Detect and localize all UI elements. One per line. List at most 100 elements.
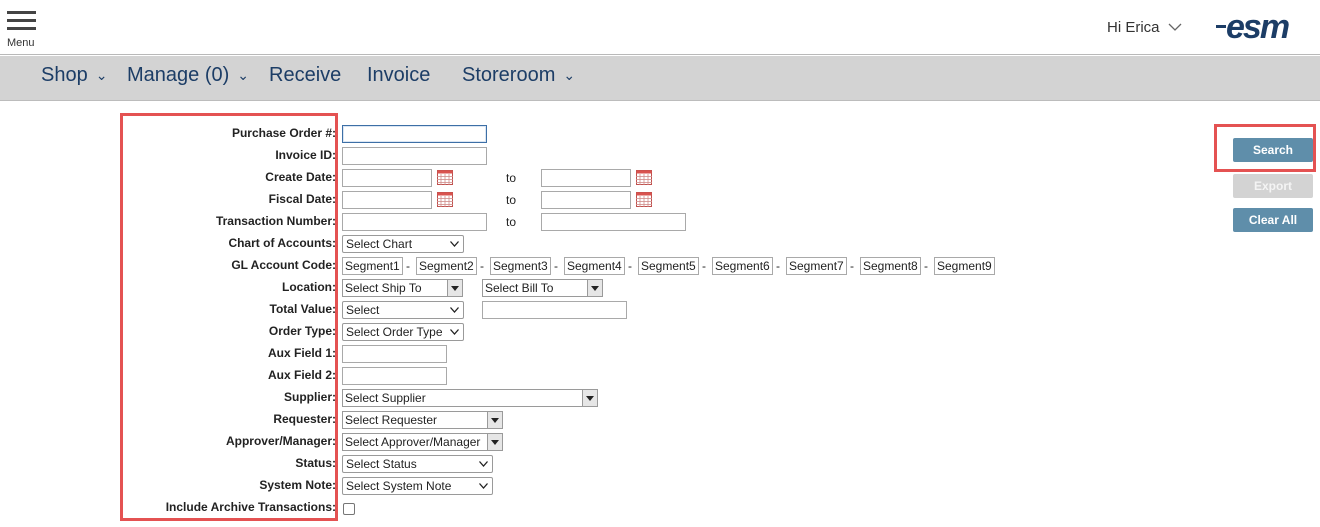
hamburger-icon-bar	[7, 19, 36, 22]
bill-to-value: Select Bill To	[485, 281, 554, 295]
export-button[interactable]: Export	[1233, 174, 1313, 198]
total-value-amount-input[interactable]	[482, 301, 627, 319]
ship-to-combobox[interactable]: Select Ship To	[342, 279, 463, 297]
chevron-down-icon: ⌄	[563, 67, 576, 83]
nav-manage[interactable]: Manage (0) ⌄	[127, 64, 249, 87]
logo-text: esm	[1226, 8, 1290, 46]
label-purchase-order: Purchase Order #:	[231, 126, 336, 140]
total-value-operator-select[interactable]: Select	[342, 301, 464, 319]
chart-select[interactable]: Select Chart	[342, 235, 464, 253]
gl-segment-5[interactable]: Segment5	[638, 257, 699, 275]
chevron-down-icon	[479, 483, 488, 489]
create-date-from-input[interactable]	[342, 169, 432, 187]
approver-combobox[interactable]: Select Approver/Manager	[342, 433, 503, 451]
label-location: Location:	[282, 280, 336, 294]
invoice-id-input[interactable]	[342, 147, 487, 165]
supplier-value: Select Supplier	[345, 391, 426, 405]
status-select[interactable]: Select Status	[342, 455, 493, 473]
dropdown-arrow-icon[interactable]	[587, 280, 602, 296]
create-date-to-input[interactable]	[541, 169, 631, 187]
gl-segment-9[interactable]: Segment9	[934, 257, 995, 275]
esm-logo: esm	[1216, 8, 1290, 46]
hamburger-icon-bar	[7, 27, 36, 30]
dropdown-arrow-icon[interactable]	[582, 390, 597, 406]
status-value: Select Status	[346, 457, 417, 471]
purchase-order-input[interactable]	[342, 125, 487, 143]
menu-label: Menu	[7, 37, 35, 49]
nav-invoice-label: Invoice	[367, 64, 431, 86]
nav-receive[interactable]: Receive	[269, 64, 341, 87]
dropdown-arrow-icon[interactable]	[447, 280, 462, 296]
chevron-down-icon	[450, 241, 459, 247]
gl-segment-6[interactable]: Segment6	[712, 257, 773, 275]
gl-segment-3[interactable]: Segment3	[490, 257, 551, 275]
segment-separator: -	[850, 259, 854, 273]
calendar-icon[interactable]	[437, 192, 453, 207]
bill-to-combobox[interactable]: Select Bill To	[482, 279, 603, 297]
include-archive-checkbox[interactable]	[343, 503, 355, 515]
nav-shop[interactable]: Shop ⌄	[41, 64, 107, 87]
label-approver-manager: Approver/Manager:	[225, 434, 336, 448]
requester-combobox[interactable]: Select Requester	[342, 411, 503, 429]
total-value-operator-value: Select	[346, 303, 380, 317]
clear-all-button[interactable]: Clear All	[1233, 208, 1313, 232]
logo-dash	[1216, 24, 1226, 28]
nav-receive-label: Receive	[269, 64, 342, 86]
label-status: Status:	[295, 456, 336, 470]
fiscal-date-to-input[interactable]	[541, 191, 631, 209]
chevron-down-icon	[479, 461, 488, 467]
search-button[interactable]: Search	[1233, 138, 1313, 162]
label-gl-account-code: GL Account Code:	[231, 258, 336, 272]
dropdown-arrow-icon[interactable]	[487, 434, 502, 450]
label-chart-of-accounts: Chart of Accounts:	[228, 236, 336, 250]
fiscal-date-from-input[interactable]	[342, 191, 432, 209]
dropdown-arrow-icon[interactable]	[487, 412, 502, 428]
label-aux-field-2: Aux Field 2:	[267, 368, 336, 382]
transaction-number-to-input[interactable]	[541, 213, 686, 231]
system-note-value: Select System Note	[346, 479, 452, 493]
chevron-down-icon: ⌄	[237, 67, 250, 83]
calendar-icon[interactable]	[437, 170, 453, 185]
gl-segment-2[interactable]: Segment2	[416, 257, 477, 275]
nav-manage-label: Manage (0)	[127, 64, 230, 86]
gl-segment-8[interactable]: Segment8	[860, 257, 921, 275]
gl-segment-4[interactable]: Segment4	[564, 257, 625, 275]
segment-separator: -	[702, 259, 706, 273]
label-supplier: Supplier:	[283, 390, 336, 404]
transaction-number-to-label: to	[506, 215, 517, 229]
approver-value: Select Approver/Manager	[345, 435, 481, 449]
calendar-icon[interactable]	[636, 170, 652, 185]
label-create-date: Create Date:	[265, 170, 336, 184]
label-transaction-number: Transaction Number:	[215, 214, 336, 228]
main-nav: Shop ⌄ Manage (0) ⌄ Receive Invoice Storer…	[0, 56, 1320, 101]
label-aux-field-1: Aux Field 1:	[267, 346, 336, 360]
system-note-select[interactable]: Select System Note	[342, 477, 493, 495]
ship-to-value: Select Ship To	[345, 281, 422, 295]
chevron-down-icon	[450, 307, 459, 313]
transaction-number-from-input[interactable]	[342, 213, 487, 231]
fiscal-date-to-label: to	[506, 193, 517, 207]
gl-segment-7[interactable]: Segment7	[786, 257, 847, 275]
chevron-down-icon	[1168, 23, 1181, 31]
calendar-icon[interactable]	[636, 192, 652, 207]
label-system-note: System Note:	[259, 478, 336, 492]
label-order-type: Order Type:	[268, 324, 336, 338]
segment-separator: -	[554, 259, 558, 273]
hamburger-icon	[7, 11, 36, 14]
segment-separator: -	[628, 259, 632, 273]
gl-segment-1[interactable]: Segment1	[342, 257, 403, 275]
nav-storeroom[interactable]: Storeroom ⌄	[462, 64, 575, 87]
aux-field-1-input[interactable]	[342, 345, 447, 363]
order-type-value: Select Order Type	[346, 325, 443, 339]
nav-invoice[interactable]: Invoice	[367, 64, 430, 87]
create-date-to-label: to	[506, 171, 517, 185]
user-menu[interactable]: Hi Erica	[1107, 19, 1182, 36]
nav-shop-label: Shop	[41, 64, 88, 86]
hamburger-menu-button[interactable]: Menu	[6, 10, 38, 50]
segment-separator: -	[406, 259, 410, 273]
order-type-select[interactable]: Select Order Type	[342, 323, 464, 341]
chevron-down-icon	[450, 329, 459, 335]
supplier-combobox[interactable]: Select Supplier	[342, 389, 598, 407]
segment-separator: -	[776, 259, 780, 273]
aux-field-2-input[interactable]	[342, 367, 447, 385]
